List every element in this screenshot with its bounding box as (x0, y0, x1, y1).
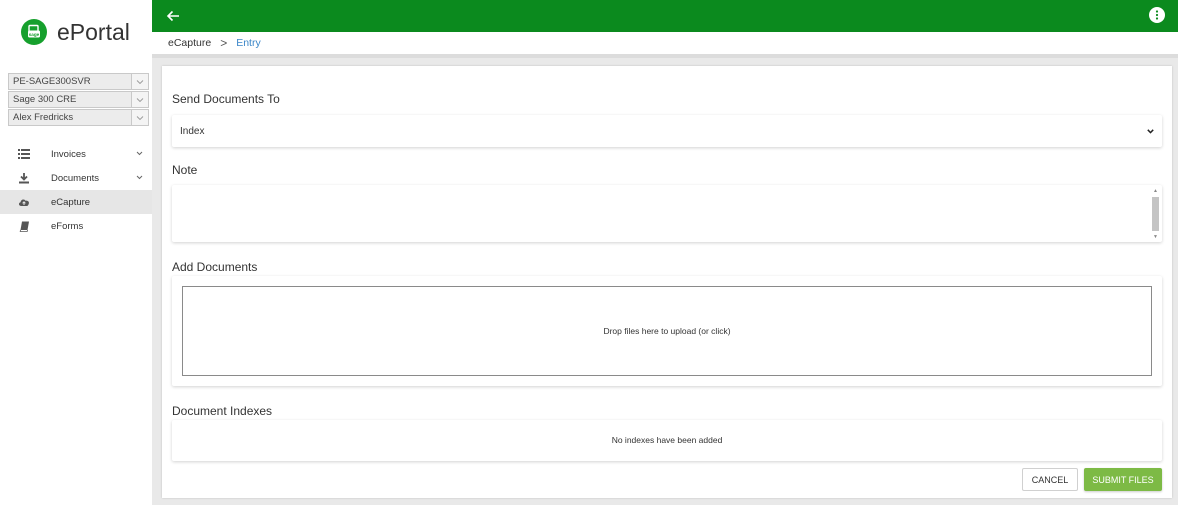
product-select[interactable]: Sage 300 CRE (8, 91, 149, 108)
submit-files-button[interactable]: SUBMIT FILES (1084, 468, 1162, 491)
book-icon (18, 220, 30, 232)
sidebar-item-eforms[interactable]: eForms (0, 214, 152, 238)
sidebar-nav: Invoices Documents eCapture eForms (0, 142, 152, 238)
breadcrumb-separator: > (220, 36, 228, 50)
sidebar-item-label: eForms (51, 220, 84, 232)
breadcrumb-item-entry: Entry (236, 37, 261, 49)
server-select[interactable]: PE-SAGE300SVR (8, 73, 149, 90)
top-bar (152, 0, 1178, 32)
server-select-value: PE-SAGE300SVR (13, 76, 91, 87)
send-to-value: Index (180, 125, 205, 137)
dropzone-text: Drop files here to upload (or click) (603, 326, 731, 336)
breadcrumb: eCapture > Entry (152, 32, 1178, 58)
sage-logo-icon: sage (21, 19, 47, 45)
send-to-label: Send Documents To (172, 92, 280, 106)
chevron-down-icon (1146, 127, 1155, 136)
document-indexes-card: No indexes have been added (172, 420, 1162, 461)
scroll-down-icon[interactable]: ▼ (1151, 233, 1160, 241)
svg-text:sage: sage (29, 32, 40, 37)
chevron-down-icon[interactable] (131, 92, 148, 107)
add-documents-card: Drop files here to upload (or click) (172, 276, 1162, 386)
more-vertical-icon[interactable] (1149, 7, 1165, 23)
app-name: ePortal (57, 18, 130, 45)
arrow-left-icon[interactable] (166, 9, 180, 23)
document-indexes-label: Document Indexes (172, 404, 273, 418)
note-label: Note (172, 163, 198, 177)
sidebar-item-ecapture[interactable]: eCapture (0, 190, 152, 214)
file-dropzone[interactable]: Drop files here to upload (or click) (182, 286, 1152, 376)
note-textarea[interactable]: ▲ ▼ (172, 185, 1162, 242)
context-selectors: PE-SAGE300SVR Sage 300 CRE Alex Fredrick… (8, 73, 149, 127)
product-select-value: Sage 300 CRE (13, 94, 77, 105)
sidebar-item-label: Invoices (51, 148, 86, 160)
note-scrollbar[interactable]: ▲ ▼ (1151, 187, 1160, 241)
scroll-thumb[interactable] (1152, 197, 1159, 231)
sidebar-item-label: eCapture (51, 196, 91, 208)
add-documents-label: Add Documents (172, 260, 258, 274)
download-icon (18, 172, 30, 184)
sidebar-item-documents[interactable]: Documents (0, 166, 152, 190)
user-select[interactable]: Alex Fredricks (8, 109, 149, 126)
indexes-empty-message: No indexes have been added (611, 435, 723, 445)
sidebar-item-label: Documents (51, 172, 100, 184)
chevron-down-icon (135, 173, 144, 182)
sidebar: sage ePortal PE-SAGE300SVR Sage 300 CRE … (0, 0, 152, 505)
list-icon (18, 148, 30, 160)
chevron-down-icon[interactable] (131, 110, 148, 125)
scroll-up-icon[interactable]: ▲ (1151, 187, 1160, 195)
breadcrumb-item-ecapture[interactable]: eCapture (168, 37, 211, 49)
app-logo[interactable]: sage ePortal (21, 17, 130, 47)
user-select-value: Alex Fredricks (13, 112, 74, 123)
sidebar-item-invoices[interactable]: Invoices (0, 142, 152, 166)
chevron-down-icon[interactable] (131, 74, 148, 89)
chevron-down-icon (135, 149, 144, 158)
cloud-upload-icon (18, 196, 30, 208)
cancel-button[interactable]: CANCEL (1022, 468, 1078, 491)
send-to-select[interactable]: Index (172, 115, 1162, 147)
